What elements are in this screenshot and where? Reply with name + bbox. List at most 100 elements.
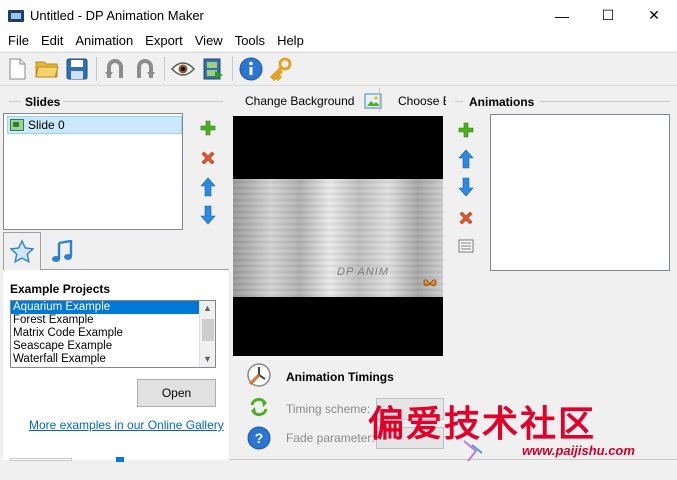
menu-file[interactable]: File — [2, 31, 35, 51]
animations-list[interactable] — [490, 114, 670, 271]
export-button[interactable] — [200, 56, 226, 82]
music-note-icon — [52, 240, 73, 262]
list-item[interactable]: Matrix Code Example — [11, 327, 215, 340]
animations-title: Animations — [469, 95, 535, 109]
list-item[interactable]: Seascape Example — [11, 340, 215, 353]
scroll-down-icon[interactable]: ▼ — [203, 354, 212, 364]
list-item[interactable]: Waterfall Example — [11, 353, 215, 366]
register-button[interactable] — [268, 56, 294, 82]
list-item[interactable]: Aquarium Example — [11, 301, 215, 314]
list-item[interactable]: Slide 0 — [7, 116, 182, 134]
toolbar — [0, 52, 677, 86]
app-icon — [8, 8, 24, 24]
move-animation-down-button[interactable] — [456, 177, 476, 197]
star-icon — [9, 238, 35, 263]
bottom-tab — [10, 458, 72, 461]
examples-scrollbar[interactable]: ▲ ▼ — [199, 301, 215, 367]
scroll-up-icon[interactable]: ▲ — [203, 303, 212, 313]
delete-x-icon — [459, 211, 473, 225]
list-item[interactable]: Forest Example — [11, 314, 215, 327]
open-example-button[interactable]: Open — [137, 379, 216, 407]
menu-view[interactable]: View — [189, 31, 229, 51]
slides-title: Slides — [25, 95, 61, 109]
examples-title: Example Projects — [10, 282, 111, 296]
arrow-up-icon — [458, 149, 474, 169]
change-background-button[interactable]: Change Background — [236, 88, 382, 114]
slide-preview[interactable]: DP ANIM — [233, 116, 443, 356]
menu-edit[interactable]: Edit — [35, 31, 69, 51]
close-button[interactable]: ✕ — [631, 0, 677, 31]
toolbar-separator — [96, 57, 97, 81]
choose-effect-button[interactable]: Choose E — [390, 88, 446, 114]
save-icon — [66, 58, 88, 80]
plus-icon — [200, 120, 216, 136]
menu-tools[interactable]: Tools — [229, 31, 271, 51]
title-bar: Untitled - DP Animation Maker — ☐ ✕ — [0, 0, 677, 31]
change-background-label: Change Background — [245, 94, 355, 108]
toolbar-separator — [232, 57, 233, 81]
move-slide-up-button[interactable] — [198, 177, 218, 197]
list-properties-icon — [458, 239, 474, 253]
delete-slide-button[interactable] — [198, 148, 218, 168]
slide-thumbnail-icon — [10, 119, 24, 131]
scroll-thumb[interactable] — [202, 319, 214, 341]
slides-divider — [9, 101, 21, 102]
plus-icon — [458, 122, 474, 138]
open-button[interactable] — [34, 56, 60, 82]
menu-animation[interactable]: Animation — [69, 31, 139, 51]
online-gallery-link[interactable]: More examples in our Online Gallery — [29, 418, 224, 432]
delete-x-icon — [201, 151, 215, 165]
info-icon — [239, 57, 263, 81]
slide-label: Slide 0 — [28, 118, 65, 132]
slides-list[interactable]: Slide 0 — [3, 113, 183, 230]
window-title: Untitled - DP Animation Maker — [30, 8, 204, 23]
svg-text:?: ? — [255, 430, 264, 446]
move-slide-down-button[interactable] — [198, 205, 218, 225]
menu-export[interactable]: Export — [139, 31, 189, 51]
undo-button[interactable] — [102, 56, 128, 82]
slides-divider — [63, 101, 223, 102]
animations-divider — [455, 101, 463, 102]
key-icon — [269, 57, 292, 81]
open-folder-icon — [35, 61, 59, 78]
center-divider — [379, 88, 380, 112]
timing-scheme-label: Timing scheme: — [286, 402, 371, 416]
refresh-icon[interactable] — [248, 396, 270, 418]
new-file-button[interactable] — [4, 56, 30, 82]
examples-panel: Example Projects Aquarium Example Forest… — [3, 270, 229, 460]
info-button[interactable] — [238, 56, 264, 82]
preview-button[interactable] — [170, 56, 196, 82]
tab-examples[interactable] — [3, 232, 41, 270]
preview-watermark: DP ANIM — [337, 266, 390, 278]
ribbon-icon — [463, 440, 483, 462]
save-button[interactable] — [64, 56, 90, 82]
fade-parameter-label: Fade parameter: — [286, 431, 375, 445]
delete-animation-button[interactable] — [456, 208, 476, 228]
undo-icon — [105, 59, 123, 78]
toolbar-separator — [164, 57, 165, 81]
examples-list[interactable]: Aquarium Example Forest Example Matrix C… — [10, 300, 216, 368]
menu-help[interactable]: Help — [271, 31, 310, 51]
animation-properties-button[interactable] — [456, 236, 476, 256]
preview-background-image — [233, 179, 443, 297]
export-video-icon — [203, 58, 223, 80]
bottom-marker — [116, 457, 124, 462]
redo-button[interactable] — [132, 56, 158, 82]
add-slide-button[interactable] — [198, 118, 218, 138]
timing-settings-icon — [247, 363, 271, 387]
help-icon[interactable]: ? — [247, 426, 271, 450]
minimize-button[interactable]: — — [539, 0, 585, 31]
maximize-button[interactable]: ☐ — [585, 0, 631, 31]
tab-music[interactable] — [45, 236, 79, 268]
site-watermark-url: www.paijishu.com — [522, 443, 635, 458]
arrow-down-icon — [458, 177, 474, 197]
move-animation-up-button[interactable] — [456, 149, 476, 169]
animations-divider — [540, 101, 670, 102]
arrow-down-icon — [200, 205, 216, 225]
menu-bar: File Edit Animation Export View Tools He… — [0, 31, 677, 51]
choose-effect-label: Choose E — [398, 94, 446, 108]
add-animation-button[interactable] — [456, 120, 476, 140]
new-file-icon — [9, 58, 26, 80]
butterfly-icon — [423, 279, 437, 287]
animation-timings-title: Animation Timings — [286, 370, 394, 384]
